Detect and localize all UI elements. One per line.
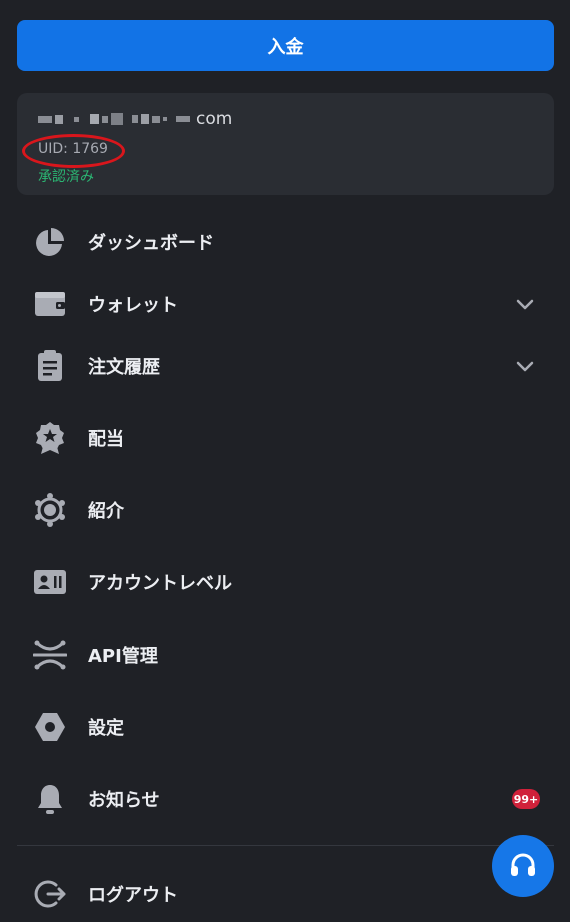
deposit-button[interactable]: 入金	[17, 20, 554, 71]
menu-label-order-history: 注文履歴	[88, 357, 160, 378]
menu-label-settings: 設定	[88, 718, 124, 739]
clipboard-icon	[32, 348, 68, 384]
menu-label-logout: ログアウト	[88, 885, 178, 906]
menu-item-settings[interactable]: 設定	[0, 699, 570, 755]
pie-chart-icon	[32, 224, 68, 260]
chevron-down-icon[interactable]	[514, 293, 536, 315]
email-domain: com	[196, 109, 233, 129]
menu-label-referral: 紹介	[88, 501, 124, 522]
menu-item-referral[interactable]: 紹介	[0, 482, 570, 538]
chevron-down-icon[interactable]	[514, 355, 536, 377]
email-row: com	[38, 107, 232, 131]
menu-item-dashboard[interactable]: ダッシュボード	[0, 214, 570, 270]
menu-item-order-history[interactable]: 注文履歴	[0, 338, 570, 394]
menu-item-notifications[interactable]: お知らせ 99+	[0, 771, 570, 827]
menu-item-wallet[interactable]: ウォレット	[0, 276, 570, 332]
api-icon	[32, 637, 68, 673]
logout-icon	[32, 876, 68, 912]
verification-status: 承認済み	[38, 169, 94, 185]
email-redaction	[38, 113, 190, 125]
referral-icon	[32, 492, 68, 528]
menu-label-dashboard: ダッシュボード	[88, 233, 214, 254]
wallet-icon	[32, 286, 68, 322]
id-card-icon	[32, 564, 68, 600]
hexagon-settings-icon	[32, 709, 68, 745]
menu-item-api[interactable]: API管理	[0, 627, 570, 683]
notification-badge: 99+	[512, 789, 540, 809]
account-card: com UID: 1769 承認済み	[17, 93, 554, 195]
menu-item-dividends[interactable]: 配当	[0, 410, 570, 466]
support-chat-button[interactable]	[492, 835, 554, 897]
menu-label-wallet: ウォレット	[88, 295, 178, 316]
menu-label-dividends: 配当	[88, 429, 124, 450]
bell-icon	[32, 781, 68, 817]
deposit-label: 入金	[267, 36, 304, 58]
menu-label-notifications: お知らせ	[88, 790, 160, 811]
menu-label-account-level: アカウントレベル	[88, 573, 232, 594]
award-icon	[32, 420, 68, 456]
headset-icon	[508, 851, 538, 881]
menu-item-logout[interactable]: ログアウト	[0, 866, 570, 922]
uid-label: UID: 1769	[38, 141, 108, 157]
menu-label-api: API管理	[88, 646, 158, 667]
menu-divider	[17, 845, 554, 846]
menu-item-account-level[interactable]: アカウントレベル	[0, 554, 570, 610]
